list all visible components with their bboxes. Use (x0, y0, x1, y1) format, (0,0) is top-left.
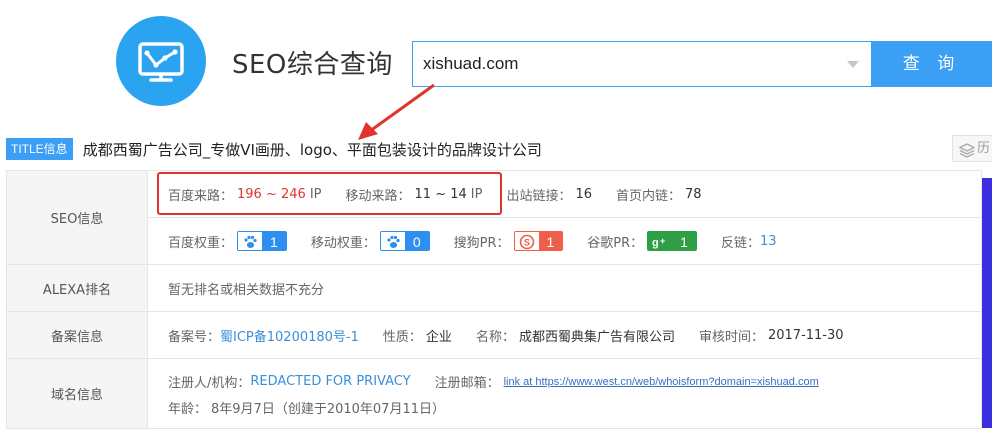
outbound-links-value[interactable]: 16 (575, 187, 592, 202)
sogou-pr-value: 1 (538, 232, 563, 250)
title-row: TITLE信息 成都西蜀广告公司_专做VI画册、logo、平面包装设计的品牌设计… (6, 137, 542, 161)
google-plus-icon: g + (648, 232, 673, 250)
layers-icon (959, 143, 975, 158)
backlinks-key: 反链： (720, 235, 760, 251)
chevron-down-icon[interactable] (847, 61, 859, 68)
internal-links-key: 首页内链： (616, 188, 682, 204)
mobile-weight-key: 移动权重： (310, 235, 376, 251)
internal-links-value[interactable]: 78 (685, 187, 702, 202)
sogou-pr-key: 搜狗PR： (453, 235, 510, 251)
history-label: 历 (977, 141, 991, 156)
svg-text:g: g (652, 237, 659, 249)
mobile-weight-value: 0 (404, 232, 429, 250)
app-title: SEO综合查询 (232, 50, 393, 80)
svg-text:S: S (523, 238, 529, 248)
registrant-link[interactable]: REDACTED FOR PRIVACY (250, 374, 410, 389)
page-title-text: 成都西蜀广告公司_专做VI画册、logo、平面包装设计的品牌设计公司 (82, 140, 542, 159)
baidu-weight-value: 1 (262, 232, 286, 250)
side-ad-strip (982, 178, 992, 428)
icp-review-key: 审核时间： (698, 329, 764, 345)
whois-email-link[interactable]: link at https://www.west.cn/web/whoisfor… (504, 376, 819, 388)
seo-weight-row: 百度权重： 1 移动权重： 0 搜狗PR： S 1 谷歌PR： g + 1 反链… (147, 217, 982, 265)
icp-nature-key: 性质： (382, 329, 422, 345)
icp-number-key: 备案号： (168, 329, 221, 345)
sogou-icon: S (514, 232, 539, 250)
icp-name-value: 成都西蜀典集广告有限公司 (518, 329, 675, 345)
app-logo (116, 16, 206, 106)
google-pr-key: 谷歌PR： (587, 235, 644, 251)
outbound-links-key: 出站链接： (506, 188, 572, 204)
domain-row: 注册人/机构： REDACTED FOR PRIVACY 注册邮箱： link … (147, 358, 982, 429)
title-badge: TITLE信息 (6, 138, 73, 160)
chart-monitor-icon (138, 42, 184, 82)
registrant-key: 注册人/机构： (168, 376, 251, 391)
icp-nature-value: 企业 (425, 329, 452, 345)
google-pr-value: 1 (672, 232, 696, 250)
query-button[interactable]: 查 询 (871, 41, 992, 87)
icp-review-value: 2017-11-30 (767, 327, 844, 343)
backlinks-value[interactable]: 13 (760, 234, 777, 249)
email-key: 注册邮箱： (434, 376, 500, 391)
svg-text:+: + (660, 236, 665, 246)
sogou-pr-badge[interactable]: S 1 (513, 231, 564, 251)
domain-label: 域名信息 (6, 358, 148, 429)
age-key: 年龄： (168, 402, 208, 417)
traffic-highlight-box (157, 172, 502, 215)
age-value: 8年9月7日（创建于2010年07月11日） (211, 402, 445, 417)
paw-icon (238, 232, 263, 250)
icp-number-link[interactable]: 蜀ICP备10200180号-1 (220, 326, 359, 345)
alexa-row: 暂无排名或相关数据不充分 (147, 264, 982, 312)
history-button[interactable]: 历 (952, 135, 992, 162)
google-pr-badge[interactable]: g + 1 (647, 231, 697, 251)
mobile-weight-badge[interactable]: 0 (379, 231, 430, 251)
baidu-weight-badge[interactable]: 1 (237, 231, 287, 251)
paw-icon (380, 232, 405, 250)
search-box (412, 41, 872, 87)
alexa-label: ALEXA排名 (6, 264, 148, 312)
icp-name-key: 名称： (475, 329, 515, 345)
icp-row: 备案号： 蜀ICP备10200180号-1 性质： 企业 名称： 成都西蜀典集广… (147, 311, 982, 359)
seo-label: SEO信息 (6, 170, 148, 265)
baidu-weight-key: 百度权重： (168, 235, 234, 251)
search-input[interactable] (423, 42, 843, 86)
icp-label: 备案信息 (6, 311, 148, 359)
alexa-text: 暂无排名或相关数据不充分 (168, 282, 325, 298)
